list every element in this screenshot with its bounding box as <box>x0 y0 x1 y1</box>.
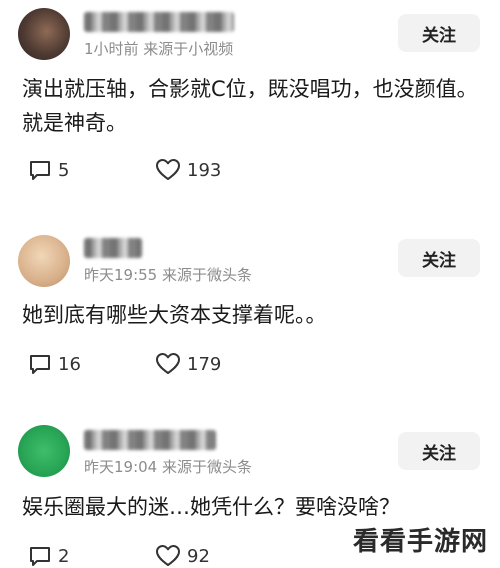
comment-icon <box>30 161 50 180</box>
comment-text: 她到底有哪些大资本支撑着呢。。 <box>22 303 327 327</box>
reply-count: 16 <box>58 353 81 375</box>
reply-count: 2 <box>58 545 70 567</box>
username-blurred[interactable] <box>84 12 234 32</box>
like-button[interactable]: 193 <box>155 158 221 182</box>
like-count: 193 <box>187 159 222 181</box>
follow-button[interactable]: 关注 <box>398 432 480 470</box>
comment-text: 演出就压轴，合影就C位，既没唱功，也没颜值。就是神奇。 <box>22 77 478 135</box>
comment-text: 娱乐圈最大的迷…她凭什么？要啥没啥？ <box>22 495 400 519</box>
like-count: 179 <box>187 353 222 375</box>
like-button[interactable]: 179 <box>155 352 221 376</box>
comment-icon <box>30 355 50 374</box>
comment-meta: 1小时前 来源于小视频 <box>84 40 234 58</box>
like-button[interactable]: 92 <box>155 544 210 568</box>
comment-meta: 昨天19:04 来源于微头条 <box>84 458 252 476</box>
reply-button[interactable]: 2 <box>28 544 69 568</box>
reply-button[interactable]: 5 <box>28 158 69 182</box>
site-watermark: 看看手游网 <box>348 521 492 558</box>
follow-button[interactable]: 关注 <box>398 14 480 52</box>
follow-button[interactable]: 关注 <box>398 239 480 277</box>
avatar[interactable] <box>18 425 70 477</box>
avatar[interactable] <box>18 235 70 287</box>
reply-count: 5 <box>58 159 70 181</box>
comment-meta: 昨天19:55 来源于微头条 <box>84 266 252 284</box>
comment-icon <box>30 547 50 566</box>
heart-icon <box>156 159 180 180</box>
username-blurred[interactable] <box>84 430 216 450</box>
heart-icon <box>156 353 180 374</box>
username-blurred[interactable] <box>84 238 142 258</box>
reply-button[interactable]: 16 <box>28 352 81 376</box>
heart-icon <box>156 545 180 566</box>
like-count: 92 <box>187 545 210 567</box>
avatar[interactable] <box>18 8 70 60</box>
